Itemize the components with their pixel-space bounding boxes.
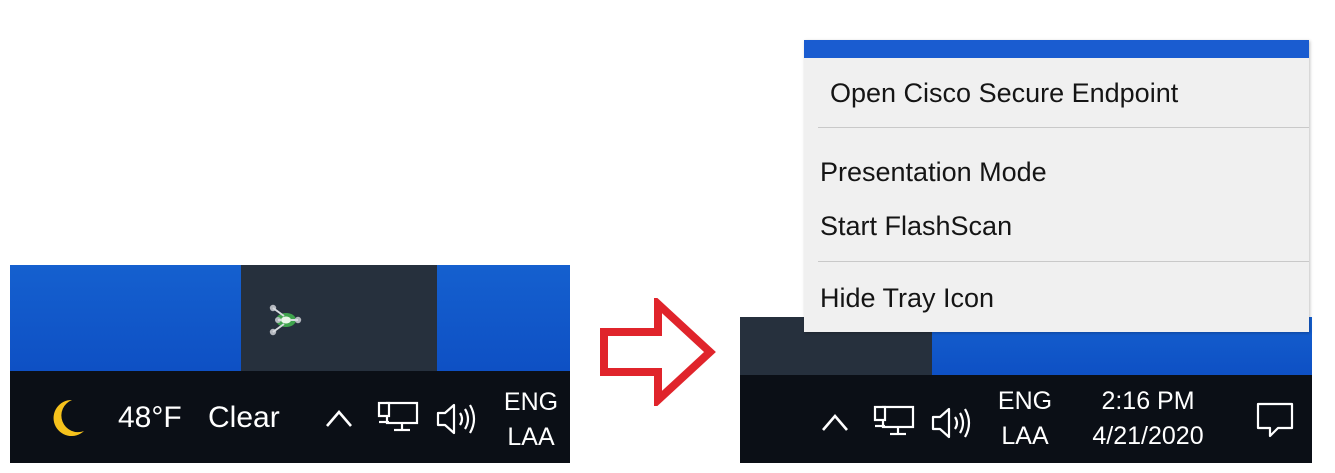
menu-item-hide-tray-icon[interactable]: Hide Tray Icon — [804, 278, 1325, 318]
chevron-up-icon[interactable] — [324, 407, 354, 429]
menu-item-start-flashscan[interactable]: Start FlashScan — [804, 206, 1325, 246]
language-indicator[interactable]: ENG LAA — [990, 384, 1060, 454]
taskbar: 48°F Clear ENG LAA — [10, 371, 570, 463]
chevron-up-icon[interactable] — [820, 411, 850, 433]
right-arrow-icon — [600, 298, 716, 406]
crescent-moon-icon[interactable] — [46, 397, 86, 439]
speaker-icon[interactable] — [434, 400, 478, 438]
network-icon[interactable] — [376, 400, 420, 438]
keyboard-layout-code: LAA — [1001, 422, 1049, 450]
menu-separator — [818, 127, 1309, 128]
cisco-secure-endpoint-icon[interactable] — [267, 302, 307, 338]
keyboard-layout-code: LAA — [507, 423, 555, 451]
menu-separator — [818, 261, 1309, 262]
tray-overflow-panel — [241, 265, 437, 371]
language-code: ENG — [503, 388, 559, 416]
language-indicator[interactable]: ENG LAA — [496, 385, 566, 455]
right-screenshot: ENG LAA 2:16 PM 4/21/2020 Open Cisco Sec… — [740, 40, 1312, 463]
taskbar: ENG LAA 2:16 PM 4/21/2020 — [740, 375, 1312, 463]
left-screenshot: 48°F Clear ENG LAA — [10, 265, 570, 463]
weather-condition[interactable]: Clear — [208, 401, 280, 435]
weather-temperature[interactable]: 48°F — [118, 401, 182, 435]
clock-time: 2:16 PM — [1101, 387, 1195, 415]
language-code: ENG — [997, 387, 1053, 415]
tray-context-menu: Open Cisco Secure Endpoint Presentation … — [804, 40, 1309, 332]
menu-accent-bar — [804, 40, 1309, 58]
menu-item-presentation-mode[interactable]: Presentation Mode — [804, 152, 1325, 192]
menu-item-open-cisco-secure-endpoint[interactable]: Open Cisco Secure Endpoint — [804, 73, 1335, 113]
speaker-icon[interactable] — [929, 404, 973, 442]
notification-icon[interactable] — [1254, 400, 1296, 440]
clock[interactable]: 2:16 PM 4/21/2020 — [1072, 384, 1224, 454]
network-icon[interactable] — [872, 404, 916, 442]
clock-date: 4/21/2020 — [1092, 422, 1204, 450]
